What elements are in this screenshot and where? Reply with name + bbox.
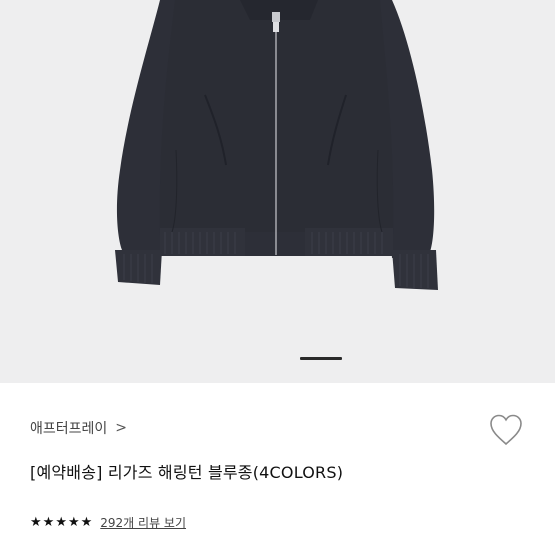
chevron-right-icon: >	[115, 420, 128, 436]
star-filled-icon: ★	[30, 515, 42, 530]
heart-outline-icon[interactable]	[488, 413, 524, 447]
review-count-link[interactable]: 292개 리뷰 보기	[100, 514, 186, 531]
star-rating: ★ ★ ★ ★ ★	[30, 516, 92, 529]
brand-name: 애프터프레이	[30, 421, 108, 437]
star-filled-icon: ★	[80, 515, 93, 530]
star-filled-icon: ★	[42, 515, 55, 530]
brand-link[interactable]: 애프터프레이 >	[30, 418, 127, 438]
star-filled-icon: ★	[55, 515, 67, 530]
rating-summary: ★ ★ ★ ★ ★ 292개 리뷰 보기	[30, 514, 186, 531]
product-title: [예약배송] 리가즈 해링턴 블루종(4COLORS)	[30, 463, 344, 482]
star-filled-icon: ★	[67, 515, 80, 530]
product-image-jacket	[115, 0, 438, 290]
gallery-page-indicator	[300, 357, 342, 360]
product-image-gallery[interactable]	[0, 0, 555, 383]
